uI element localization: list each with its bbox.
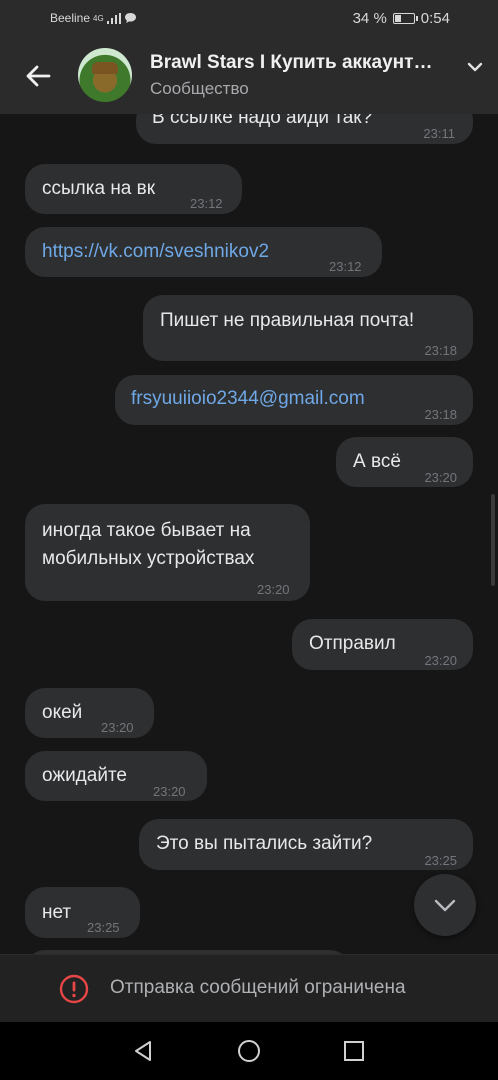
message-text: Это вы пытались зайти?: [156, 833, 373, 854]
message-text-line2: мобильных устройствах: [42, 548, 255, 569]
back-triangle-icon[interactable]: [130, 1038, 156, 1064]
status-bar: Beeline 4G 34 % 0:54: [0, 0, 498, 38]
chat-title[interactable]: Brawl Stars I Купить аккаунт…: [150, 52, 455, 74]
message-text: ожидайте: [42, 765, 127, 786]
message-time: 23:20: [424, 470, 457, 485]
chevron-down-icon[interactable]: [466, 58, 484, 76]
scroll-to-bottom-button[interactable]: [414, 874, 476, 936]
message-bubble-in[interactable]: иногда такое бывает на мобильных устройс…: [25, 504, 310, 601]
messaging-restricted-bar: Отправка сообщений ограничена: [0, 954, 498, 1023]
message-time: 23:18: [424, 343, 457, 358]
message-text: ссылка на вк: [42, 178, 156, 199]
message-bubble-out[interactable]: В ссылке надо аиди так? 23:11: [136, 114, 473, 144]
restricted-text: Отправка сообщений ограничена: [110, 977, 406, 998]
message-time: 23:20: [153, 784, 186, 799]
clock: 0:54: [420, 10, 450, 27]
community-avatar[interactable]: [78, 48, 132, 102]
message-list[interactable]: В ссылке надо аиди так? 23:11 ссылка на …: [0, 114, 498, 954]
message-text: нет: [42, 902, 72, 923]
carrier-info: Beeline 4G: [50, 11, 137, 25]
message-text-line1: иногда такое бывает на: [42, 520, 251, 541]
message-time: 23:11: [423, 126, 455, 141]
message-time: 23:25: [424, 853, 457, 868]
message-link[interactable]: frsyuuiioio2344@gmail.com: [131, 388, 365, 409]
system-nav-bar: [0, 1022, 498, 1080]
message-bubble-in[interactable]: нет 23:25: [25, 887, 140, 938]
chevron-down-icon: [434, 899, 456, 912]
status-right: 34 % 0:54: [353, 10, 450, 27]
scrollbar[interactable]: [491, 494, 495, 586]
message-time: 23:20: [257, 582, 290, 597]
message-time: 23:18: [424, 407, 457, 422]
message-bubble-out[interactable]: А всё 23:20: [336, 437, 473, 487]
battery-percent: 34 %: [352, 10, 387, 27]
message-bubble-out[interactable]: Пишет не правильная почта! 23:18: [143, 295, 473, 361]
message-time: 23:20: [424, 653, 457, 668]
message-time: 23:12: [329, 259, 362, 274]
message-link[interactable]: https://vk.com/sveshnikov2: [42, 241, 269, 262]
message-text: окей: [42, 702, 83, 723]
message-bubble-out[interactable]: frsyuuiioio2344@gmail.com 23:18: [115, 375, 473, 425]
message-time: 23:12: [190, 196, 223, 211]
carrier-name: Beeline: [50, 11, 91, 25]
message-bubble-in[interactable]: https://vk.com/sveshnikov2 23:12: [25, 227, 382, 277]
message-bubble-out[interactable]: Это вы пытались зайти? 23:25: [139, 819, 473, 870]
message-text: Пишет не правильная почта!: [160, 310, 415, 331]
chat-header: Brawl Stars I Купить аккаунт… Сообщество: [0, 38, 498, 114]
message-time: 23:20: [101, 720, 134, 735]
signal-icon: [106, 12, 121, 24]
warning-circle-icon: [59, 974, 89, 1004]
chat-subtitle: Сообщество: [150, 79, 249, 98]
message-bubble-in[interactable]: окей 23:20: [25, 688, 154, 738]
message-text: Отправил: [309, 633, 396, 654]
battery-icon: [392, 13, 418, 24]
message-bubble-out[interactable]: Отправил 23:20: [292, 619, 473, 670]
message-time: 23:25: [87, 920, 120, 935]
message-bubble-in[interactable]: ссылка на вк 23:12: [25, 164, 242, 214]
recents-square-icon[interactable]: [341, 1038, 367, 1064]
network-type: 4G: [93, 13, 104, 23]
message-icon: [124, 13, 136, 23]
back-arrow-icon[interactable]: [22, 60, 54, 92]
message-text: В ссылке надо аиди так?: [152, 114, 373, 128]
message-text: А всё: [353, 451, 401, 472]
home-circle-icon[interactable]: [236, 1038, 262, 1064]
message-bubble-in[interactable]: ожидайте 23:20: [25, 751, 207, 801]
